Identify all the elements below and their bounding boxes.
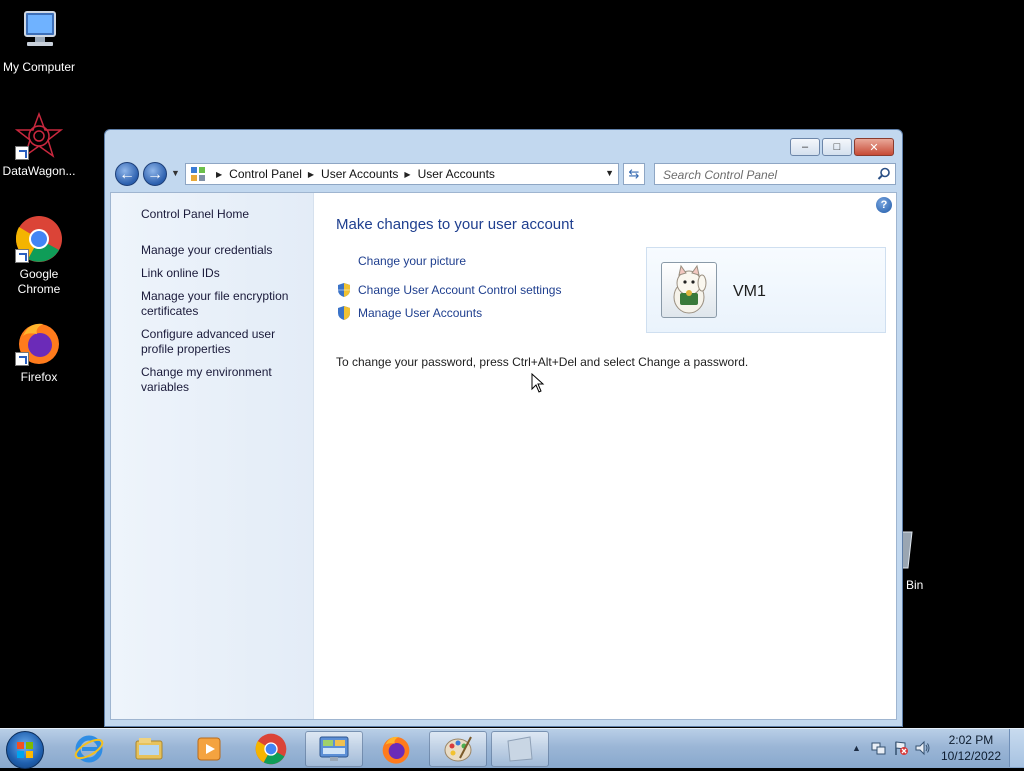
chevron-down-icon: ▼ <box>171 168 180 178</box>
clock-date: 10/12/2022 <box>940 749 1001 763</box>
taskbar-paint[interactable] <box>429 731 487 767</box>
taskbar-control-panel[interactable] <box>305 731 363 767</box>
taskbar-chrome[interactable] <box>242 731 300 767</box>
search-input[interactable] <box>661 165 875 185</box>
breadcrumb-arrow-icon: ▶ <box>307 169 315 179</box>
maximize-button[interactable]: □ <box>822 138 852 156</box>
breadcrumb: ▶ Control Panel ▶ User Accounts ▶ User A… <box>210 167 495 181</box>
clock[interactable]: 2:02 PM 10/12/2022 <box>941 732 1001 764</box>
taskbar-internet-explorer[interactable] <box>60 731 118 767</box>
firefox-icon <box>15 318 63 366</box>
desktop-icon-firefox[interactable]: Firefox <box>0 318 81 385</box>
uac-shield-icon <box>338 283 350 297</box>
navigation-bar: ← → ▼ ▶ Control Panel ▶ User Accounts ▶ … <box>113 160 896 190</box>
control-panel-home-link[interactable]: Control Panel Home <box>141 207 249 222</box>
task-label: Change User Account Control settings <box>358 283 562 297</box>
help-icon[interactable]: ? <box>876 197 892 213</box>
user-avatar[interactable] <box>661 262 717 318</box>
blank-window-icon <box>507 736 533 762</box>
network-icon[interactable] <box>871 740 887 756</box>
back-arrow-icon: ← <box>119 166 135 183</box>
taskbar-file-explorer[interactable] <box>120 731 178 767</box>
recent-pages-dropdown[interactable]: ▼ <box>171 168 180 178</box>
chrome-icon <box>15 215 63 263</box>
firefox-icon <box>382 736 410 764</box>
main-panel: ? Make changes to your user account Chan… <box>314 193 896 719</box>
internet-explorer-icon <box>74 735 104 763</box>
sidebar-link-online-ids[interactable]: Link online IDs <box>141 266 220 281</box>
desktop-icon-label: Google Chrome <box>17 267 61 296</box>
desktop-icon-label: Firefox <box>20 370 58 384</box>
close-button[interactable]: ✕ <box>854 138 894 156</box>
desktop-icon-datawagon[interactable]: DataWagon... <box>0 111 81 179</box>
shortcut-arrow-icon <box>15 352 29 366</box>
address-bar[interactable]: ▶ Control Panel ▶ User Accounts ▶ User A… <box>185 163 619 185</box>
breadcrumb-arrow-icon: ▶ <box>216 169 223 179</box>
breadcrumb-arrow-icon: ▶ <box>404 169 411 179</box>
windows-logo-icon <box>17 742 33 758</box>
task-sidebar: Control Panel Home Manage your credentia… <box>111 193 314 719</box>
desktop-icon-my-computer[interactable]: My Computer <box>0 8 81 75</box>
taskbar: ▲ 2:02 PM 10/12/2022 <box>0 728 1024 769</box>
system-tray: ▲ 2:02 PM 10/12/2022 <box>852 729 1024 767</box>
show-desktop-button[interactable] <box>1009 729 1024 767</box>
sidebar-link-manage-credentials[interactable]: Manage your credentials <box>141 243 272 258</box>
user-name: VM1 <box>733 283 766 300</box>
minimize-button[interactable]: – <box>790 138 820 156</box>
content-area: Control Panel Home Manage your credentia… <box>110 192 897 720</box>
chrome-icon <box>255 733 287 765</box>
datawagon-icon <box>14 111 64 160</box>
task-label: Change your picture <box>358 254 467 268</box>
folder-icon <box>135 738 163 760</box>
task-label: Manage User Accounts <box>358 306 483 320</box>
sidebar-link-advanced-profile[interactable]: Configure advanced user profile properti… <box>141 327 291 357</box>
breadcrumb-item-user-accounts[interactable]: User Accounts <box>321 167 398 181</box>
user-account-tile: VM1 <box>646 247 886 333</box>
page-title: Make changes to your user account <box>336 216 574 233</box>
paint-palette-icon <box>444 736 472 762</box>
refresh-button[interactable]: ⇆ <box>623 163 645 185</box>
refresh-icon: ⇆ <box>628 166 640 181</box>
mouse-cursor-icon <box>531 373 545 393</box>
control-panel-icon <box>319 736 349 761</box>
desktop-icon-label: DataWagon... <box>2 164 76 178</box>
search-box[interactable] <box>654 163 896 185</box>
desktop-icon-label: My Computer <box>2 60 76 74</box>
taskbar-open-window[interactable] <box>491 731 549 767</box>
uac-shield-icon <box>338 306 350 320</box>
back-button[interactable]: ← <box>115 162 139 186</box>
breadcrumb-item-control-panel[interactable]: Control Panel <box>229 167 302 181</box>
desktop-icon-chrome[interactable]: Google Chrome <box>0 215 81 297</box>
clock-time: 2:02 PM <box>948 733 994 747</box>
change-uac-settings-link[interactable]: Change User Account Control settings <box>336 282 561 298</box>
user-accounts-window: – □ ✕ ← → ▼ ▶ Control Panel ▶ User Accou… <box>104 129 903 727</box>
computer-icon <box>15 8 63 56</box>
sidebar-link-encryption-certificates[interactable]: Manage your file encryption certificates <box>141 289 301 319</box>
taskbar-firefox[interactable] <box>367 731 425 767</box>
manage-user-accounts-link[interactable]: Manage User Accounts <box>336 305 482 321</box>
window-controls: – □ ✕ <box>790 138 894 156</box>
control-panel-icon <box>191 167 205 181</box>
forward-arrow-icon: → <box>147 166 163 183</box>
media-player-icon <box>197 737 221 761</box>
shortcut-arrow-icon <box>15 249 29 263</box>
breadcrumb-item-user-accounts-current[interactable]: User Accounts <box>418 167 495 181</box>
taskbar-media-player[interactable] <box>180 731 238 767</box>
action-center-flag-icon[interactable] <box>893 740 909 756</box>
sidebar-link-environment-variables[interactable]: Change my environment variables <box>141 365 291 395</box>
change-picture-link[interactable]: Change your picture <box>358 254 466 268</box>
address-dropdown-icon[interactable]: ▼ <box>605 168 614 178</box>
password-instructions: To change your password, press Ctrl+Alt+… <box>336 355 749 369</box>
volume-icon[interactable] <box>915 740 931 756</box>
forward-button[interactable]: → <box>143 162 167 186</box>
show-hidden-icons-icon[interactable]: ▲ <box>852 743 861 753</box>
start-button[interactable] <box>6 731 44 769</box>
search-icon[interactable] <box>877 167 891 181</box>
lucky-cat-icon <box>673 264 707 314</box>
shortcut-arrow-icon <box>15 146 29 160</box>
